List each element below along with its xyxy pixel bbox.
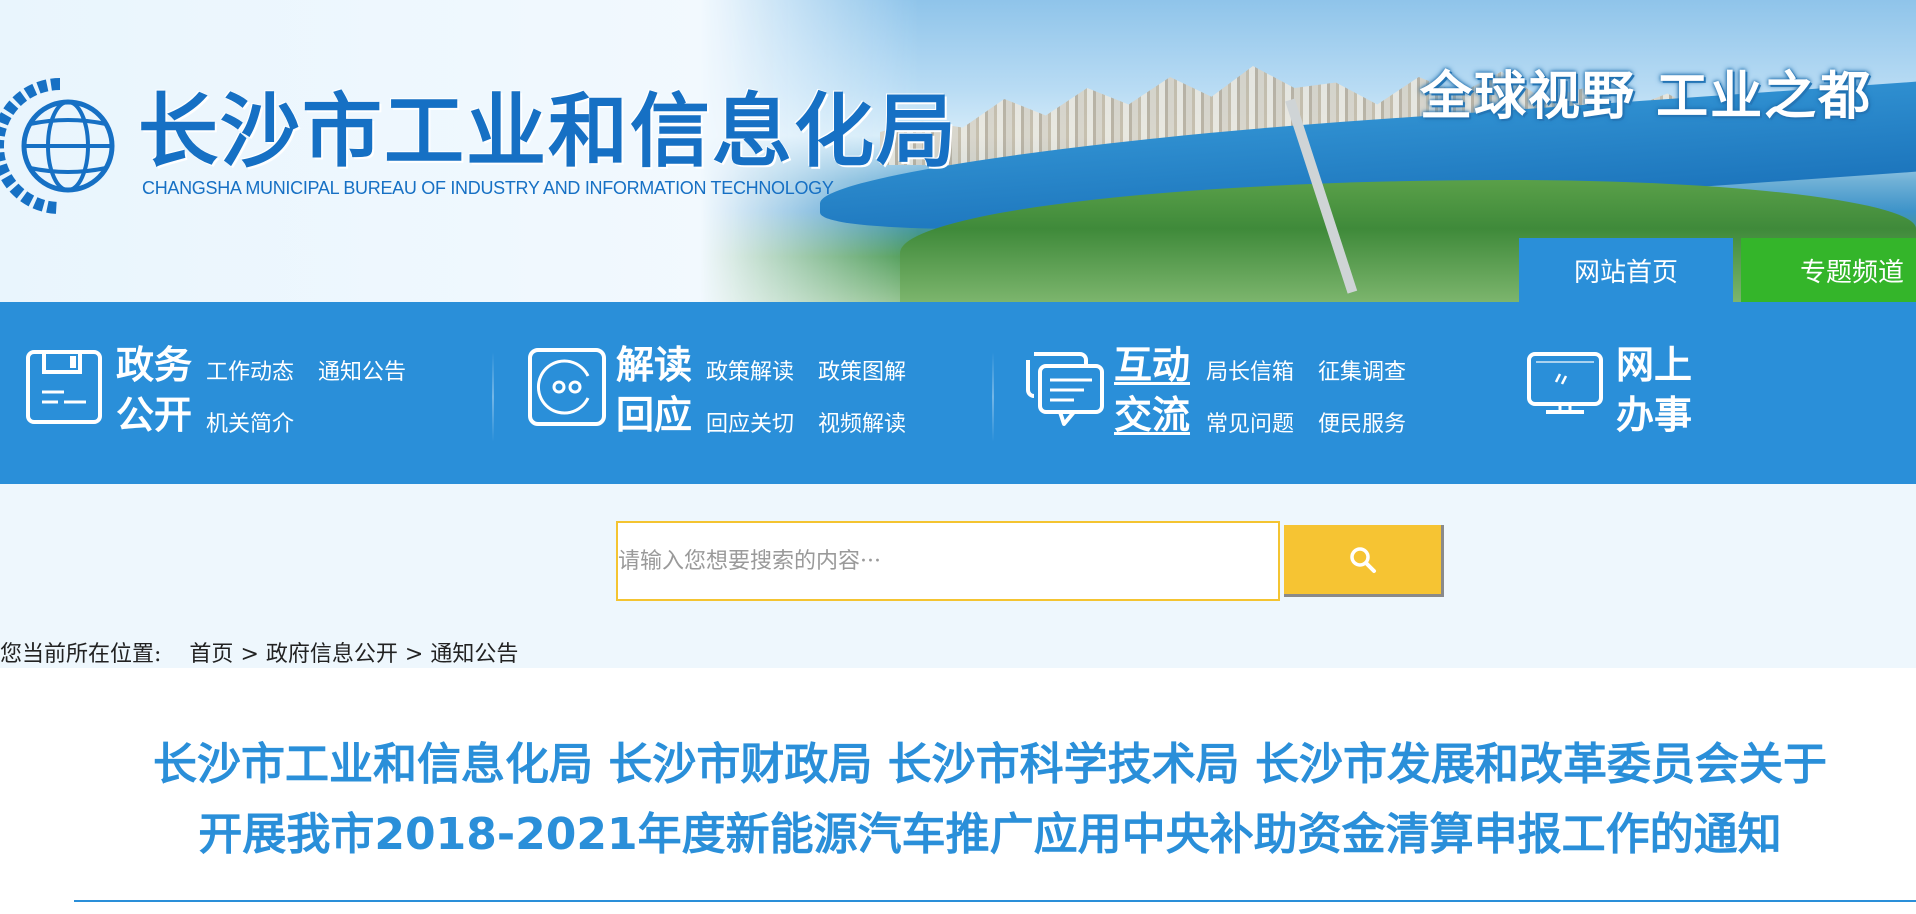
search-icon [1349, 546, 1376, 573]
breadcrumb-home[interactable]: 首页 [189, 642, 233, 667]
chat-icon [1026, 352, 1104, 426]
search-input[interactable] [616, 521, 1280, 601]
breadcrumb-gov-info[interactable]: 政府信息公开 [266, 642, 398, 667]
nav-title-line1[interactable]: 互动 [1114, 340, 1190, 390]
globe-logo-icon [0, 78, 115, 214]
nav-link-director-mailbox[interactable]: 局长信箱 [1206, 354, 1294, 386]
nav-title-line1[interactable]: 网上 [1616, 340, 1692, 390]
article-title: 长沙市工业和信息化局 长沙市财政局 长沙市科学技术局 长沙市发展和改革委员会关于… [70, 730, 1910, 870]
breadcrumb-separator: > [240, 642, 266, 667]
breadcrumb-separator: > [404, 642, 431, 667]
nav-title-line2[interactable]: 办事 [1616, 390, 1692, 440]
breadcrumb-label: 您当前所在位置: [0, 642, 162, 667]
nav-link-survey[interactable]: 征集调查 [1318, 354, 1406, 386]
article-title-line1: 长沙市工业和信息化局 长沙市财政局 长沙市科学技术局 长沙市发展和改革委员会关于 [153, 739, 1827, 790]
nav-title-line2[interactable]: 公开 [116, 390, 192, 440]
banner-slogan: 全球视野 工业之都 [1420, 67, 1873, 127]
nav-link-work-news[interactable]: 工作动态 [206, 354, 294, 386]
tab-special[interactable]: 专题频道 [1741, 238, 1916, 302]
nav-divider [492, 352, 494, 442]
nav-title-line1[interactable]: 政务 [116, 340, 192, 390]
nav-group-government-affairs: 政务 公开 工作动态 通知公告 机关简介 [0, 302, 490, 484]
article-title-line2: 开展我市2018-2021年度新能源汽车推广应用中央补助资金清算申报工作的通知 [198, 809, 1782, 860]
breadcrumb: 您当前所在位置: 首页 > 政府信息公开 > 通知公告 [0, 636, 518, 668]
main-nav: 政务 公开 工作动态 通知公告 机关简介 解读 回应 政策解读 政策图解 回应关… [0, 302, 1916, 484]
article-content: 长沙市工业和信息化局 长沙市财政局 长沙市科学技术局 长沙市发展和改革委员会关于… [0, 668, 1916, 914]
nav-link-agency-intro[interactable]: 机关简介 [206, 406, 294, 438]
nav-link-faq[interactable]: 常见问题 [1206, 406, 1294, 438]
search-button[interactable] [1284, 525, 1444, 597]
nav-title-line2[interactable]: 交流 [1114, 390, 1190, 440]
save-icon [26, 350, 102, 424]
site-title[interactable]: 长沙市工业和信息化局 [138, 84, 958, 180]
breadcrumb-notices[interactable]: 通知公告 [430, 642, 518, 667]
title-divider [74, 900, 1916, 902]
site-subtitle: CHANGSHA MUNICIPAL BUREAU OF INDUSTRY AN… [142, 178, 834, 198]
nav-link-policy-interpretation[interactable]: 政策解读 [706, 354, 794, 386]
nav-group-online-services[interactable]: 网上 办事 [1500, 302, 1800, 484]
nav-group-interaction: 互动 交流 局长信箱 征集调查 常见问题 便民服务 [1000, 302, 1500, 484]
nav-link-notices[interactable]: 通知公告 [318, 354, 406, 386]
header-banner: 长沙市工业和信息化局 CHANGSHA MUNICIPAL BUREAU OF … [0, 0, 1916, 302]
nav-link-video-interpretation[interactable]: 视频解读 [818, 406, 906, 438]
nav-link-public-service[interactable]: 便民服务 [1318, 406, 1406, 438]
monitor-icon [1527, 352, 1603, 414]
face-icon [528, 348, 606, 426]
nav-link-response[interactable]: 回应关切 [706, 406, 794, 438]
nav-link-policy-graphics[interactable]: 政策图解 [818, 354, 906, 386]
nav-title-line2[interactable]: 回应 [616, 390, 692, 440]
nav-divider [992, 352, 994, 442]
tab-home[interactable]: 网站首页 [1519, 238, 1733, 302]
nav-group-interpretation: 解读 回应 政策解读 政策图解 回应关切 视频解读 [500, 302, 990, 484]
nav-title-line1[interactable]: 解读 [616, 340, 692, 390]
